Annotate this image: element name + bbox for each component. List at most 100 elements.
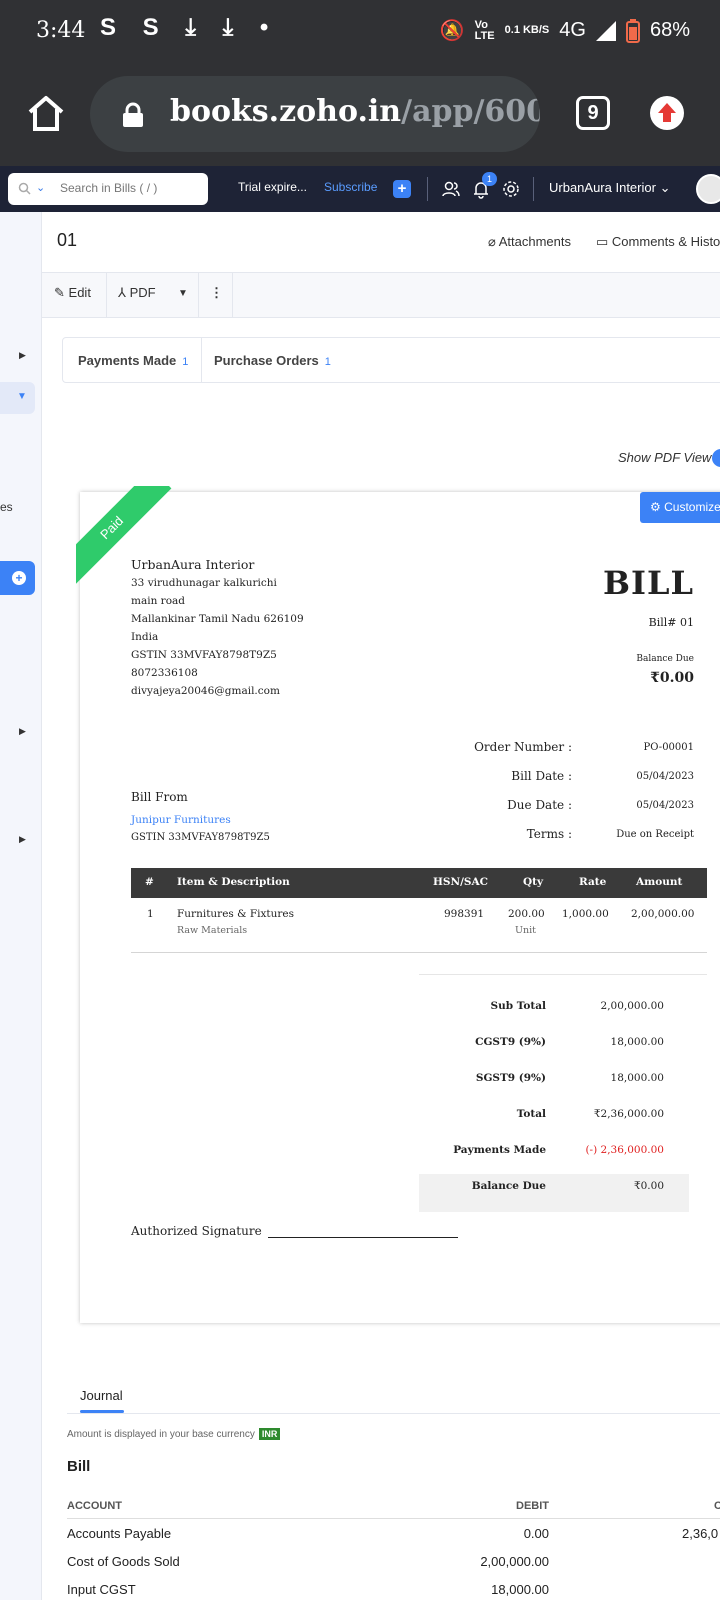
- tab-label: Purchase Orders: [214, 353, 319, 368]
- address-line: India: [131, 631, 159, 643]
- count-badge: 1: [182, 356, 189, 368]
- comments-button[interactable]: ▭ Comments & History: [596, 234, 720, 250]
- customize-label: Customize: [664, 500, 720, 514]
- users-icon[interactable]: [441, 179, 461, 199]
- journal-account: Input CGST: [67, 1582, 136, 1597]
- total-value: 18,000.00: [610, 1036, 664, 1048]
- journal-account: Accounts Payable: [67, 1526, 172, 1541]
- expand-arrow-icon[interactable]: ▶: [19, 726, 26, 737]
- item-qty: 200.00: [508, 908, 545, 920]
- pdf-label: PDF: [129, 285, 156, 300]
- status-notification-icons: S S ⤓ ⤓ •: [100, 14, 279, 41]
- plus-icon: +: [12, 571, 26, 585]
- search-input[interactable]: ⌄ Search in Bills ( / ): [8, 173, 208, 205]
- pencil-icon: ✎: [54, 285, 65, 300]
- url-bar[interactable]: books.zoho.in/app/600241: [90, 76, 540, 152]
- journal-debit: 0.00: [523, 1526, 549, 1541]
- toolbar: ✎ Edit ⅄ PDF ▼ ⋮: [42, 273, 720, 317]
- total-label: Total: [516, 1108, 546, 1120]
- divider: [67, 1413, 720, 1414]
- total-value: 2,00,000.00: [600, 1000, 664, 1012]
- notification-badge: 1: [482, 172, 497, 186]
- divider: [42, 317, 720, 318]
- home-icon[interactable]: [26, 94, 66, 134]
- sidebar-item-active[interactable]: ▼: [0, 382, 35, 414]
- total-value: (-) 2,36,000.00: [585, 1144, 664, 1156]
- journal-section-title: Bill: [67, 1458, 91, 1475]
- download-icon: ⤓: [185, 14, 206, 41]
- tab-switcher-button[interactable]: 9: [576, 96, 610, 130]
- table-row: 1 Furnitures & Fixtures Raw Materials 99…: [131, 900, 707, 948]
- address-line: GSTIN 33MVFAY8798T9Z5: [131, 649, 277, 661]
- browser-toolbar: books.zoho.in/app/600241 9: [0, 64, 720, 166]
- address-line: 8072336108: [131, 667, 198, 679]
- download-icon: ⤓: [222, 14, 244, 41]
- item-name: Furnitures & Fixtures: [177, 908, 294, 920]
- divider: [419, 974, 707, 975]
- avatar[interactable]: [696, 174, 720, 204]
- journal-account: Cost of Goods Sold: [67, 1554, 180, 1569]
- item-description: Raw Materials: [177, 925, 248, 936]
- expand-arrow-icon[interactable]: ▶: [19, 834, 26, 845]
- meta-value: Due on Receipt: [616, 829, 694, 840]
- col-qty: Qty: [523, 876, 544, 888]
- divider: [67, 1518, 720, 1519]
- network-speed: 0.1 KB/S: [504, 24, 550, 36]
- url-path: /app/600241: [401, 94, 540, 129]
- attachments-label: Attachments: [498, 234, 571, 249]
- edit-button[interactable]: ✎ Edit: [54, 285, 91, 301]
- org-switcher[interactable]: UrbanAura Interior ⌄: [549, 180, 670, 196]
- update-button[interactable]: [650, 96, 684, 130]
- currency-note: Amount is displayed in your base currenc…: [67, 1428, 281, 1440]
- sidebar: ▶ ▼ es + ▶ ▶: [0, 212, 42, 1600]
- gear-icon: ⚙: [650, 500, 661, 514]
- total-label: Sub Total: [490, 1000, 546, 1012]
- count-badge: 1: [324, 356, 331, 368]
- col-debit: DEBIT: [516, 1500, 549, 1512]
- item-amount: 2,00,000.00: [631, 908, 695, 920]
- address-line: main road: [131, 595, 185, 607]
- vendor-link[interactable]: Junipur Furnitures: [131, 814, 231, 826]
- col-credit: C: [714, 1500, 720, 1512]
- bill-heading: BILL: [602, 564, 694, 602]
- attachments-button[interactable]: ⌀ Attachments: [488, 234, 571, 250]
- sidebar-item-label[interactable]: es: [0, 500, 13, 514]
- tab-payments-made[interactable]: Payments Made 1: [78, 353, 188, 368]
- col-rate: Rate: [579, 876, 607, 888]
- battery-level: 68%: [649, 19, 690, 41]
- tab-purchase-orders[interactable]: Purchase Orders 1: [214, 353, 331, 368]
- gear-icon[interactable]: [501, 179, 521, 199]
- customize-button[interactable]: ⚙ Customize: [640, 492, 720, 523]
- page-title: 01: [57, 230, 78, 250]
- pdf-button[interactable]: ⅄ PDF: [118, 285, 156, 301]
- pdf-view-toggle[interactable]: [712, 449, 720, 467]
- paid-badge: Paid: [76, 486, 172, 586]
- meta-value: 05/04/2023: [636, 800, 694, 811]
- col-amount: Amount: [636, 876, 683, 888]
- subscribe-link[interactable]: Subscribe: [324, 180, 377, 194]
- chevron-down-icon[interactable]: ⌄: [36, 181, 45, 194]
- total-value: ₹0.00: [633, 1180, 664, 1192]
- meta-label: Terms :: [526, 827, 572, 841]
- pdf-dropdown-icon[interactable]: ▼: [178, 288, 188, 299]
- divider: [533, 177, 534, 201]
- status-right-icons: 🔕 Vo LTE 0.1 KB/S 4G 68%: [440, 18, 690, 43]
- quick-create-button[interactable]: +: [393, 180, 411, 198]
- mute-icon: 🔕: [439, 20, 465, 42]
- expand-arrow-icon[interactable]: ▶: [19, 350, 26, 361]
- search-icon: [18, 182, 31, 195]
- total-label: CGST9 (9%): [475, 1036, 546, 1048]
- sidebar-add-button[interactable]: +: [0, 561, 35, 595]
- app-topbar: ⌄ Search in Bills ( / ) Trial expire... …: [0, 166, 720, 212]
- more-options-icon[interactable]: ⋮: [210, 285, 223, 301]
- tab-journal[interactable]: Journal: [80, 1388, 123, 1403]
- total-value: 18,000.00: [610, 1072, 664, 1084]
- col-item: Item & Description: [177, 876, 290, 888]
- chevron-down-icon: ▼: [17, 391, 27, 402]
- col-hsn: HSN/SAC: [433, 876, 489, 888]
- network-type: 4G: [559, 19, 586, 41]
- divider: [198, 273, 199, 317]
- url-text: books.zoho.in/app/600241: [170, 94, 540, 129]
- divider: [131, 952, 707, 953]
- currency-badge: INR: [258, 1428, 281, 1440]
